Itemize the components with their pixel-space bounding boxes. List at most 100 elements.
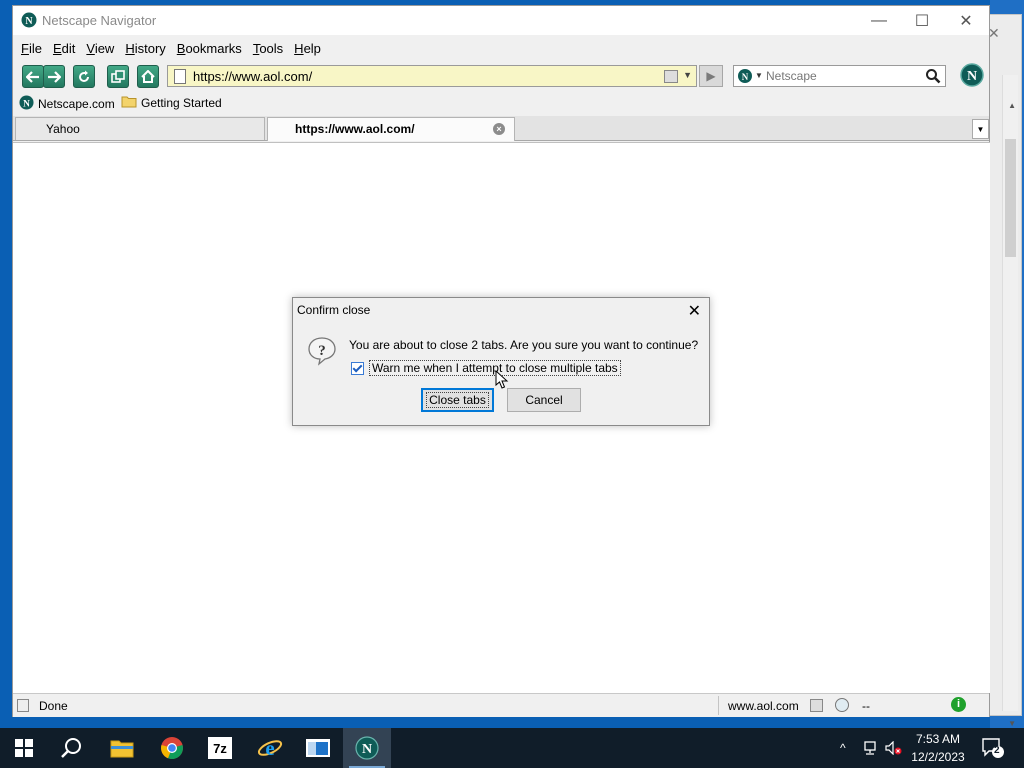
menu-edit[interactable]: Edit — [53, 41, 75, 56]
svg-text:N: N — [967, 69, 977, 84]
title-bar[interactable]: N Netscape Navigator — ☐ ✕ — [13, 6, 989, 35]
bookmark-netscape[interactable]: N Netscape.com — [19, 95, 115, 113]
clock-date: 12/2/2023 — [911, 750, 965, 764]
status-text: Done — [39, 699, 68, 713]
security-lock-icon[interactable] — [810, 699, 823, 712]
bookmark-label: Getting Started — [141, 96, 222, 110]
status-page-icon — [17, 699, 29, 712]
svg-text:?: ? — [318, 343, 326, 359]
taskbar-app-window[interactable] — [294, 728, 342, 768]
minimize-button[interactable]: — — [856, 6, 902, 35]
maximize-button[interactable]: ☐ — [899, 6, 945, 35]
bookmarks-toolbar: N Netscape.com Getting Started — [13, 93, 989, 113]
taskbar-netscape[interactable]: N — [343, 728, 391, 768]
tab-aol[interactable]: https://www.aol.com/ × — [267, 117, 515, 141]
reload-button[interactable] — [73, 65, 95, 88]
taskbar-7zip[interactable]: 7z — [196, 728, 244, 768]
warn-checkbox[interactable] — [351, 361, 364, 375]
tab-list-button[interactable]: ▼ — [972, 119, 989, 139]
address-input[interactable]: https://www.aol.com/ — [193, 69, 312, 84]
internet-explorer-icon: e — [257, 736, 283, 760]
status-divider — [718, 696, 719, 715]
search-engine-dropdown-icon[interactable]: ▼ — [755, 71, 763, 80]
dialog-close-icon[interactable]: ✕ — [688, 301, 701, 321]
tab-label: Yahoo — [46, 122, 80, 136]
taskbar-internet-explorer[interactable]: e — [246, 728, 294, 768]
taskbar-file-explorer[interactable] — [98, 728, 146, 768]
tab-close-icon[interactable]: × — [493, 123, 505, 135]
search-icon[interactable] — [925, 68, 941, 87]
scroll-up-icon[interactable]: ▲ — [1008, 101, 1016, 110]
home-button[interactable] — [137, 65, 159, 88]
show-hidden-icons[interactable]: ^ — [840, 728, 846, 768]
scrollbar-thumb[interactable] — [1005, 139, 1016, 257]
tab-yahoo[interactable]: Yahoo — [15, 117, 265, 140]
chevron-down-icon: ▼ — [976, 124, 985, 134]
reload-icon — [79, 70, 89, 82]
status-bar: Done www.aol.com -- i — [13, 693, 989, 717]
page-icon — [174, 69, 186, 84]
window-title: Netscape Navigator — [42, 13, 157, 28]
status-domain: www.aol.com — [728, 699, 799, 713]
tab-view-button[interactable] — [107, 65, 129, 88]
back-button[interactable] — [22, 65, 44, 88]
cancel-label: Cancel — [525, 393, 563, 407]
back-arrow-icon — [26, 70, 39, 83]
info-icon[interactable]: i — [951, 697, 966, 712]
close-tabs-label: Close tabs — [426, 392, 489, 408]
site-security-icon[interactable] — [664, 70, 678, 83]
menu-view[interactable]: View — [86, 41, 114, 56]
search-taskbar-icon — [61, 738, 81, 758]
menu-bookmarks[interactable]: Bookmarks — [177, 41, 242, 56]
folder-icon — [121, 95, 137, 111]
app-window-icon — [306, 739, 330, 757]
menu-help[interactable]: Help — [294, 41, 321, 56]
forward-button[interactable] — [43, 65, 65, 88]
menu-tools[interactable]: Tools — [253, 41, 283, 56]
menu-bar: File Edit View History Bookmarks Tools H… — [13, 36, 989, 60]
start-button[interactable] — [0, 728, 48, 768]
svg-text:N: N — [25, 16, 33, 27]
address-bar[interactable]: https://www.aol.com/ ▼ — [167, 65, 697, 87]
home-icon — [141, 70, 155, 83]
search-taskbar-button[interactable] — [48, 728, 96, 768]
status-extra: -- — [862, 699, 870, 713]
svg-text:N: N — [742, 72, 749, 82]
warn-checkbox-row[interactable]: Warn me when I attempt to close multiple… — [351, 360, 621, 376]
notification-icon — [982, 738, 1004, 758]
svg-text:N: N — [362, 742, 372, 757]
netscape-throbber-icon[interactable]: N — [960, 63, 984, 90]
go-arrow-icon: ▶ — [706, 69, 716, 83]
file-explorer-icon — [110, 740, 134, 758]
search-input[interactable]: Netscape — [766, 69, 817, 83]
notification-center-button[interactable]: 2 — [982, 737, 1004, 762]
bookmark-label: Netscape.com — [38, 97, 115, 111]
search-box[interactable]: N ▼ Netscape — [733, 65, 946, 87]
svg-text:e: e — [265, 736, 274, 760]
system-clock[interactable]: 7:53 AM 12/2/2023 — [908, 730, 968, 766]
globe-icon[interactable] — [835, 698, 849, 712]
go-button[interactable]: ▶ — [699, 65, 723, 87]
menu-file[interactable]: File — [21, 41, 42, 56]
svg-text:N: N — [23, 99, 30, 109]
netscape-logo-icon: N — [21, 12, 37, 31]
address-dropdown-icon[interactable]: ▼ — [683, 70, 692, 80]
dialog-message: You are about to close 2 tabs. Are you s… — [349, 338, 699, 352]
question-icon: ? — [307, 336, 337, 369]
desktop-left-edge — [0, 0, 12, 728]
tab-strip: Yahoo https://www.aol.com/ × ▼ — [13, 116, 989, 141]
search-engine-icon[interactable]: N — [737, 68, 753, 87]
scroll-down-icon[interactable]: ▼ — [1008, 719, 1016, 728]
menu-history[interactable]: History — [125, 41, 165, 56]
7zip-icon: 7z — [208, 737, 232, 759]
network-icon[interactable] — [862, 728, 878, 768]
chevron-up-icon: ^ — [840, 741, 846, 755]
bookmark-getting-started[interactable]: Getting Started — [121, 95, 222, 111]
cancel-button[interactable]: Cancel — [507, 388, 581, 412]
navigation-toolbar: https://www.aol.com/ ▼ ▶ N ▼ Netscape N — [13, 62, 989, 92]
volume-muted-icon[interactable] — [885, 728, 903, 768]
close-tabs-button[interactable]: Close tabs — [421, 388, 494, 412]
windows-icon — [111, 69, 125, 83]
taskbar-chrome[interactable] — [148, 728, 196, 768]
close-button[interactable]: ✕ — [943, 6, 989, 35]
